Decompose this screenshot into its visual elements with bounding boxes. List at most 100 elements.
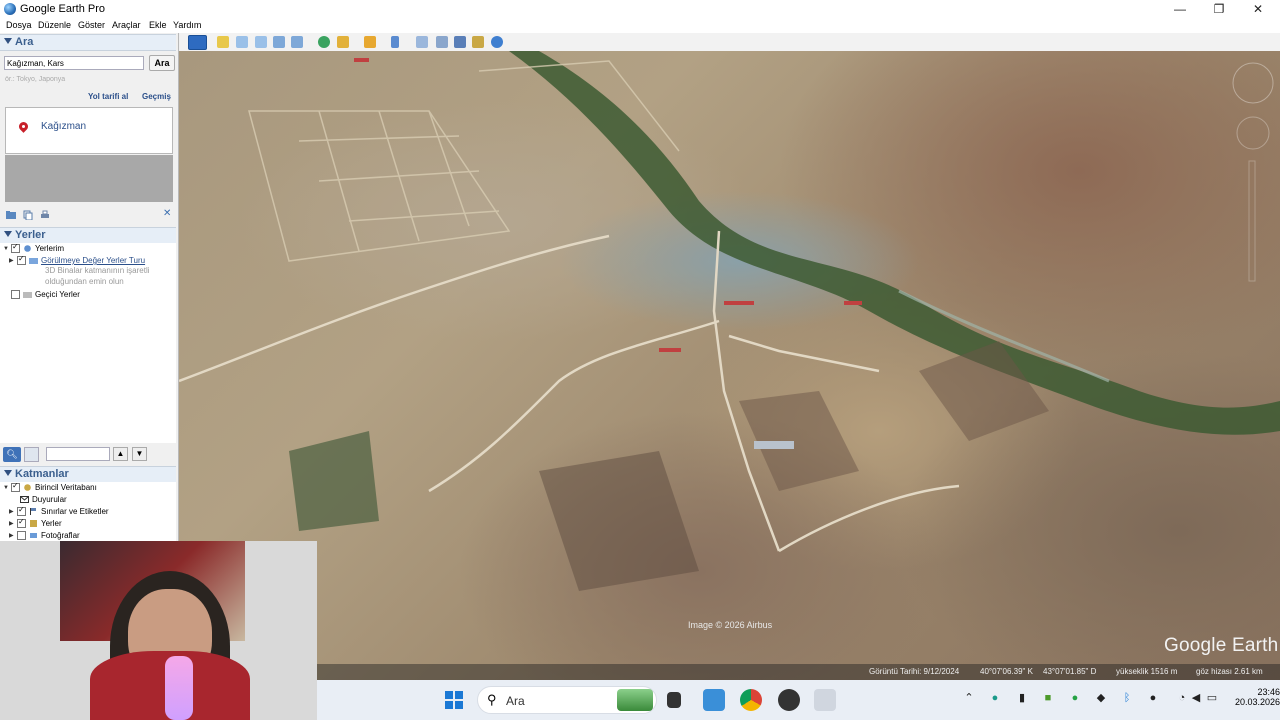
layer-label: Fotoğraflar <box>41 531 80 540</box>
copy-icon[interactable] <box>23 210 33 220</box>
layer-places[interactable]: ▶ Yerler <box>9 517 62 529</box>
checkbox[interactable] <box>11 481 20 493</box>
tree-item-my-places[interactable]: ▼ Yerlerim <box>3 242 65 254</box>
history-link[interactable]: Geçmiş <box>142 92 171 101</box>
print-icon[interactable] <box>436 36 448 48</box>
folder-icon[interactable] <box>6 210 16 220</box>
expand-arrow-icon[interactable]: ▶ <box>9 257 15 264</box>
close-button[interactable]: ✕ <box>1238 0 1278 19</box>
collapse-triangle-icon <box>4 470 12 476</box>
layer-announcements[interactable]: Duyurular <box>20 495 67 504</box>
my-places-label: Yerlerim <box>35 244 65 253</box>
tray-security-icon[interactable]: ◆ <box>1094 691 1108 705</box>
add-path-icon[interactable] <box>255 36 267 48</box>
wifi-icon[interactable]: ◔ <box>1175 691 1189 705</box>
menu-view[interactable]: Göster <box>78 20 105 30</box>
minimize-button[interactable]: — <box>1160 0 1200 19</box>
historical-imagery-icon[interactable] <box>318 36 330 48</box>
search-places-icon[interactable]: 🔍︎ <box>3 447 21 462</box>
tray-app-icon[interactable]: ● <box>988 691 1002 705</box>
microphone <box>165 656 193 720</box>
view-in-maps-icon[interactable] <box>472 36 484 48</box>
clock[interactable]: 23:46 20.03.2026 <box>1220 687 1280 707</box>
expand-arrow-icon[interactable]: ▶ <box>9 520 15 527</box>
tree-item-temporary[interactable]: Geçici Yerler <box>11 290 80 300</box>
sunlight-icon[interactable] <box>337 36 349 48</box>
add-overlay-icon[interactable] <box>273 36 285 48</box>
search-input[interactable]: Kağızman, Kars <box>4 56 144 70</box>
layer-borders[interactable]: ▶ Sınırlar ve Etiketler <box>9 505 109 517</box>
places-section-header[interactable]: Yerler <box>0 227 176 244</box>
microphone-icon[interactable]: ● <box>1146 691 1160 705</box>
search-button[interactable]: Ara <box>149 55 175 71</box>
photos-icon[interactable] <box>703 689 725 711</box>
flag-icon <box>30 508 36 516</box>
earth-gallery-icon[interactable] <box>491 36 503 48</box>
places-section-title: Yerler <box>15 229 46 241</box>
tray-equalizer-icon[interactable]: ▮ <box>1015 691 1029 705</box>
maximize-button[interactable]: ❐ <box>1199 0 1239 19</box>
globe-folder-icon <box>24 245 31 253</box>
layer-label: Duyurular <box>32 495 67 504</box>
layers-section-header[interactable]: Katmanlar <box>0 466 176 483</box>
add-polygon-icon[interactable] <box>236 36 248 48</box>
file-explorer-icon[interactable] <box>667 692 681 708</box>
expand-arrow-icon[interactable]: ▼ <box>3 246 9 252</box>
expand-arrow-icon[interactable]: ▶ <box>9 532 15 539</box>
checkbox[interactable] <box>17 531 26 541</box>
email-icon[interactable] <box>416 36 428 48</box>
layer-label: Yerler <box>41 519 62 528</box>
widgets-icon[interactable] <box>617 689 653 711</box>
add-placemark-icon[interactable] <box>217 36 229 48</box>
tray-whatsapp-icon[interactable]: ● <box>1068 691 1082 705</box>
checkbox[interactable] <box>17 517 26 529</box>
print-icon[interactable] <box>40 210 50 220</box>
tray-nvidia-icon[interactable]: ■ <box>1041 691 1055 705</box>
chrome-icon[interactable] <box>740 689 762 711</box>
bluetooth-icon[interactable]: ᛒ <box>1120 691 1134 705</box>
expand-arrow-icon[interactable]: ▼ <box>3 485 9 491</box>
layer-label: Birincil Veritabanı <box>35 483 97 492</box>
record-tour-icon[interactable] <box>291 36 303 48</box>
search-section-header[interactable]: Ara <box>0 34 176 51</box>
eye-altitude: göz hizası 2.61 km <box>1196 667 1263 676</box>
menu-tools[interactable]: Araçlar <box>112 20 141 30</box>
volume-icon[interactable]: ◀ <box>1189 691 1203 705</box>
google-earth-taskbar-icon[interactable] <box>814 689 836 711</box>
sidebar-toggle-icon[interactable] <box>188 35 207 50</box>
planets-icon[interactable] <box>364 36 376 48</box>
menu-file[interactable]: Dosya <box>6 20 32 30</box>
tour-link[interactable]: Görülmeye Değer Yerler Turu <box>41 256 145 265</box>
obs-icon[interactable] <box>778 689 800 711</box>
close-search-icon[interactable]: ✕ <box>163 208 171 219</box>
search-result[interactable]: Kağızman <box>5 107 173 154</box>
tree-item-tour[interactable]: ▶ Görülmeye Değer Yerler Turu <box>9 254 145 266</box>
save-image-icon[interactable] <box>454 36 466 48</box>
checkbox[interactable] <box>11 290 20 300</box>
windows-start-icon[interactable] <box>445 691 463 709</box>
places-tree: ▼ Yerlerim ▶ Görülmeye Değer Yerler Turu 3… <box>0 242 176 443</box>
directions-link[interactable]: Yol tarifi al <box>88 92 128 101</box>
layer-primary-db[interactable]: ▼ Birincil Veritabanı <box>3 481 97 493</box>
imagery-credit: Image © 2026 Airbus <box>688 620 773 630</box>
map-view[interactable]: Image © 2026 Airbus Google Earth <box>179 51 1280 681</box>
menu-help[interactable]: Yardım <box>173 20 201 30</box>
move-up-icon[interactable]: ▲ <box>113 447 128 461</box>
move-down-icon[interactable]: ▼ <box>132 447 147 461</box>
menu-add[interactable]: Ekle <box>149 20 167 30</box>
webcam-overlay <box>0 541 317 720</box>
checkbox[interactable] <box>17 505 26 517</box>
layer-photos[interactable]: ▶ Fotoğraflar <box>9 531 80 541</box>
envelope-icon <box>20 496 29 504</box>
ruler-icon[interactable] <box>391 36 399 48</box>
taskbar-search-label: Ara <box>506 694 525 708</box>
expand-arrow-icon[interactable]: ▶ <box>9 508 15 515</box>
battery-icon[interactable]: ▭ <box>1205 691 1219 705</box>
checkbox[interactable] <box>11 242 20 254</box>
menu-edit[interactable]: Düzenle <box>38 20 71 30</box>
status-bar: Görüntü Tarihi: 9/12/2024 40°07'06.39" K… <box>179 664 1280 680</box>
show-hidden-icons[interactable]: ⌃ <box>962 691 976 705</box>
checkbox[interactable] <box>17 254 26 266</box>
places-filter-input[interactable] <box>46 447 110 461</box>
panel-toggle-icon[interactable] <box>24 447 39 462</box>
